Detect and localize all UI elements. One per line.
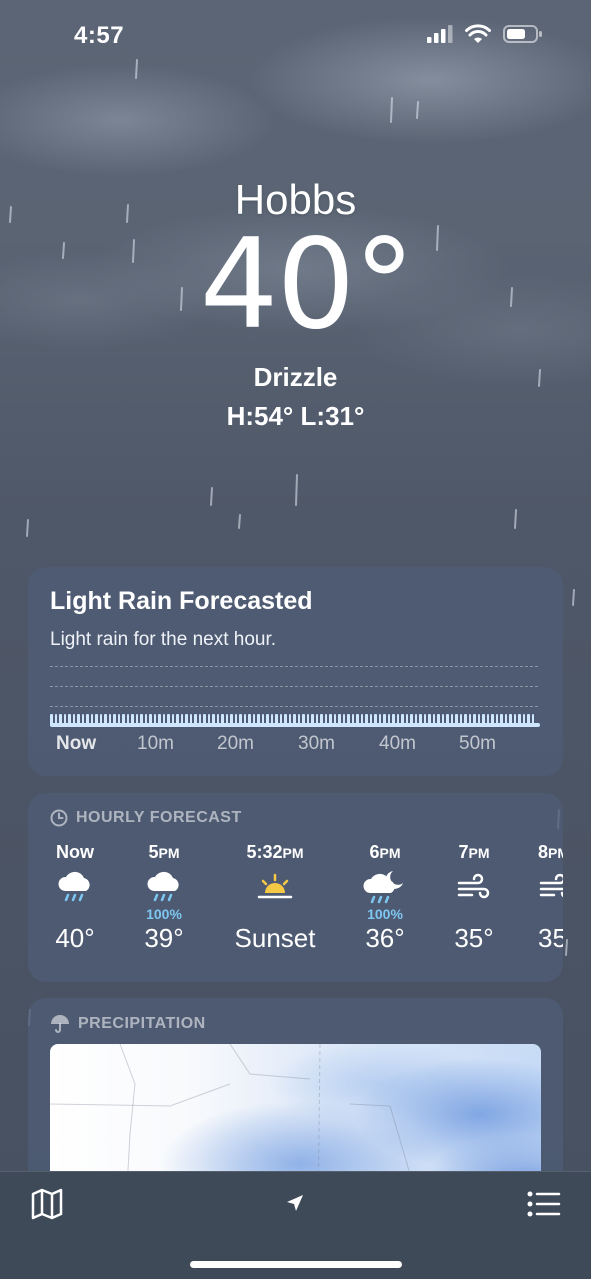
next-hour-precip-card[interactable]: Light Rain Forecasted Light rain for the… bbox=[28, 567, 563, 776]
hourly-header: HOURLY FORECAST bbox=[50, 809, 242, 827]
hour-temp: 39° bbox=[144, 923, 184, 953]
status-time: 4:57 bbox=[74, 22, 125, 49]
time-label-now: Now bbox=[56, 733, 97, 754]
hour-precip-pct bbox=[429, 905, 519, 923]
hour-temp: 36° bbox=[365, 923, 405, 953]
hour-item[interactable]: 5PM 100% 39° bbox=[119, 841, 209, 954]
hour-temp: 40° bbox=[55, 923, 95, 953]
hour-item-sunset[interactable]: 5:32PM Sunset bbox=[229, 841, 321, 954]
hour-item[interactable]: 7PM 35° bbox=[429, 841, 519, 954]
status-bar: 4:57 bbox=[0, 0, 591, 70]
wifi-icon bbox=[465, 24, 491, 43]
current-temperature: 40° bbox=[199, 213, 416, 357]
time-label-30m: 30m bbox=[298, 733, 335, 754]
moon-rain-cloud-icon bbox=[340, 867, 430, 905]
chart-gridline bbox=[50, 686, 538, 687]
current-location-button[interactable] bbox=[284, 1192, 306, 1219]
list-icon bbox=[527, 1191, 561, 1217]
hour-time: 8PM bbox=[538, 842, 563, 862]
rain-cloud-icon bbox=[119, 867, 209, 905]
hour-precip-pct bbox=[229, 905, 321, 923]
time-label-40m: 40m bbox=[379, 733, 416, 754]
chart-gridline bbox=[50, 666, 538, 667]
hour-item[interactable]: 8PM 35° bbox=[518, 841, 563, 954]
hourly-header-label: HOURLY FORECAST bbox=[76, 809, 242, 826]
home-indicator[interactable] bbox=[190, 1261, 402, 1268]
umbrella-icon bbox=[51, 1015, 69, 1033]
wind-icon bbox=[429, 867, 519, 905]
hour-time: 5:32PM bbox=[246, 842, 304, 862]
time-label-50m: 50m bbox=[459, 733, 496, 754]
sunset-icon bbox=[229, 867, 321, 905]
precipitation-map-card[interactable]: PRECIPITATION bbox=[28, 998, 563, 1198]
hour-precip-pct bbox=[538, 905, 563, 923]
chart-gridline bbox=[50, 706, 538, 707]
high-low-text: H:54° L:31° bbox=[226, 401, 365, 431]
locations-list-button[interactable] bbox=[527, 1190, 561, 1223]
location-arrow-icon bbox=[287, 1195, 303, 1211]
time-label-20m: 20m bbox=[217, 733, 254, 754]
condition-text: Drizzle bbox=[253, 362, 338, 392]
hour-item[interactable]: Now 40° bbox=[30, 841, 120, 954]
hour-time: 5PM bbox=[148, 842, 180, 862]
precip-card-title: Light Rain Forecasted bbox=[50, 587, 313, 615]
hour-item[interactable]: 6PM 100% 36° bbox=[340, 841, 430, 954]
hour-time: 7PM bbox=[458, 842, 490, 862]
hour-precip-pct: 100% bbox=[367, 906, 403, 922]
hour-precip-pct: 100% bbox=[146, 906, 182, 922]
wind-icon bbox=[538, 867, 563, 905]
hour-temp: 35° bbox=[538, 923, 563, 953]
map-icon bbox=[31, 1188, 63, 1220]
hour-time: Now bbox=[56, 842, 94, 862]
status-icons bbox=[427, 24, 543, 44]
cellular-signal-icon bbox=[427, 25, 453, 43]
precipitation-header-label: PRECIPITATION bbox=[78, 1015, 206, 1032]
bottom-toolbar bbox=[0, 1171, 591, 1279]
battery-icon bbox=[503, 25, 542, 43]
hourly-forecast-card[interactable]: HOURLY FORECAST Now 40° 5PM 100% 39° 5:3… bbox=[28, 793, 563, 982]
clock-icon bbox=[50, 809, 68, 827]
time-label-10m: 10m bbox=[137, 733, 174, 754]
hour-temp: Sunset bbox=[234, 923, 316, 953]
hour-time: 6PM bbox=[369, 842, 401, 862]
rain-cloud-icon bbox=[30, 867, 120, 905]
precipitation-header: PRECIPITATION bbox=[50, 1014, 206, 1034]
hour-temp: 35° bbox=[454, 923, 494, 953]
current-weather: Hobbs 40° Drizzle H:54° L:31° bbox=[0, 176, 591, 432]
hour-precip-pct bbox=[30, 905, 120, 923]
hour-item-clip: 8PM 35° bbox=[518, 793, 563, 982]
map-button[interactable] bbox=[30, 1187, 64, 1226]
precip-baseline bbox=[50, 723, 540, 727]
precip-card-subtitle: Light rain for the next hour. bbox=[50, 629, 277, 650]
